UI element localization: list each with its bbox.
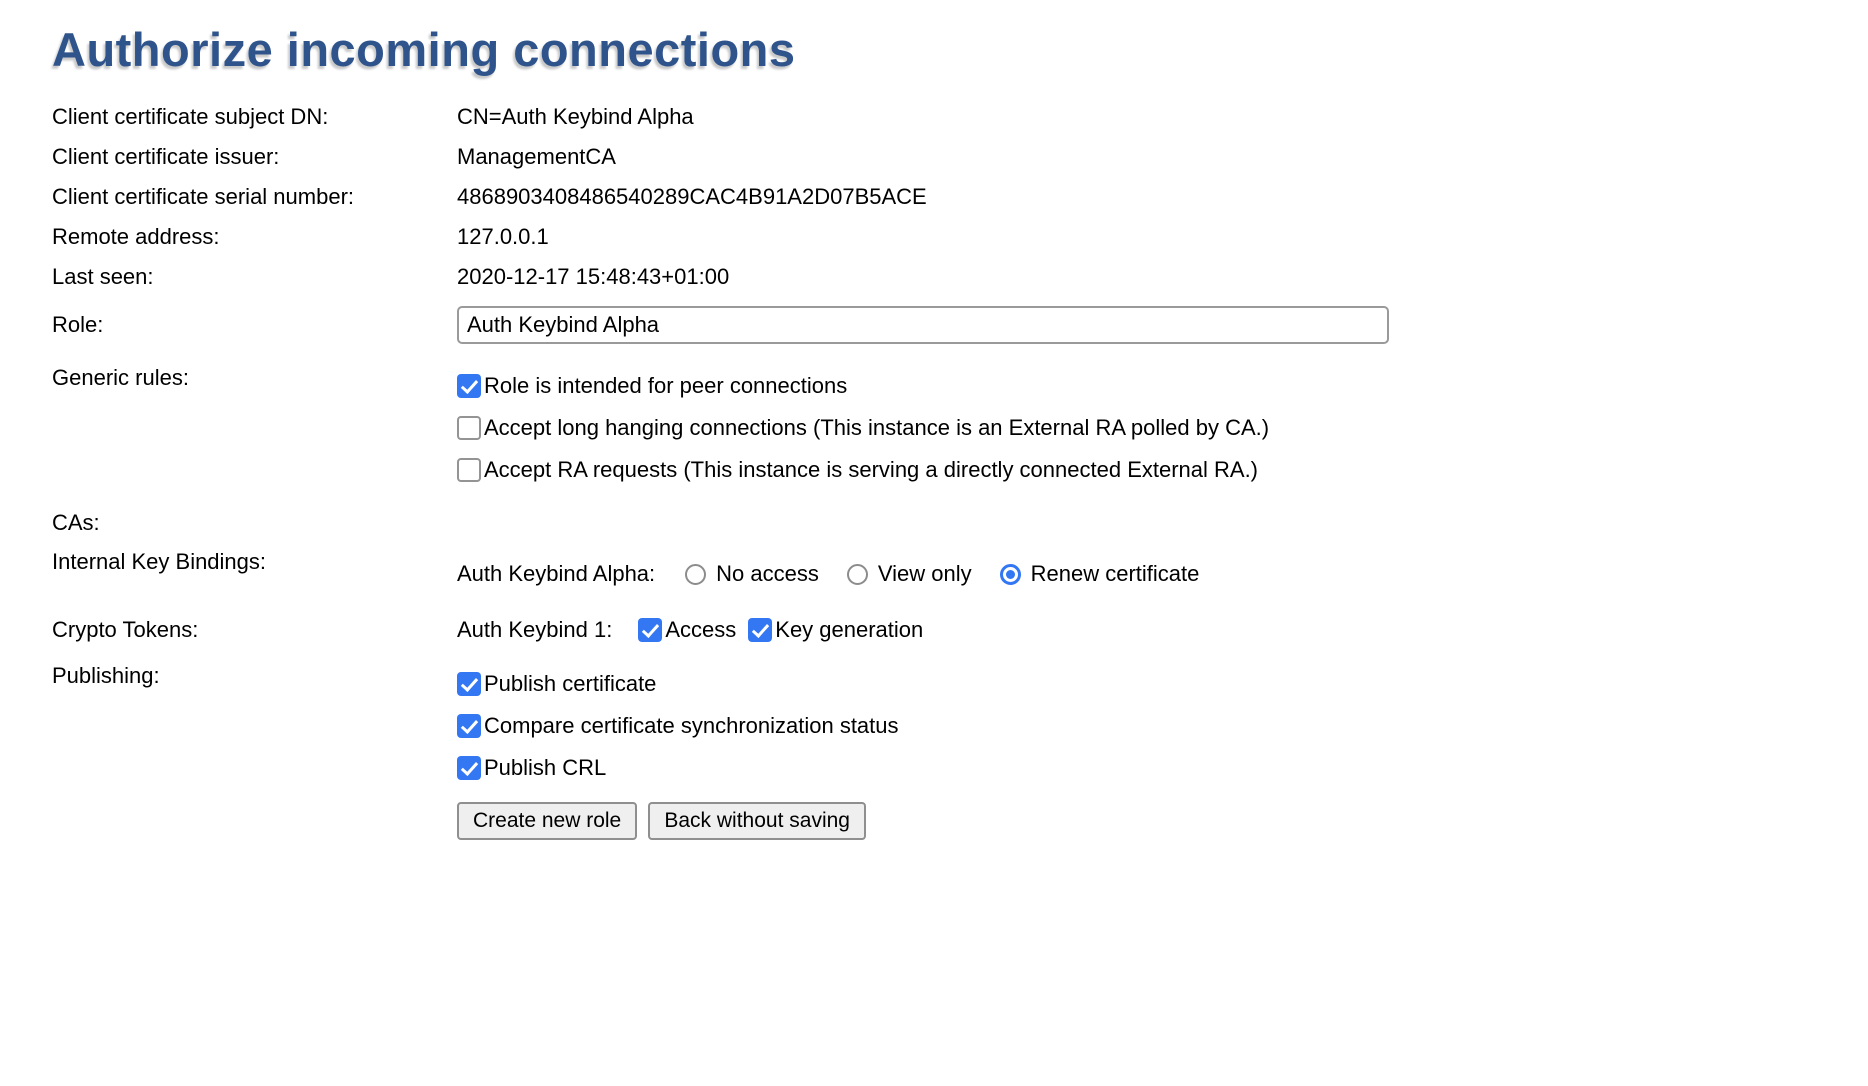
info-row-subject-dn: Client certificate subject DN: CN=Auth K… [52, 97, 1868, 137]
field-label-issuer: Client certificate issuer: [52, 144, 457, 170]
radio-group-no-access: No access [685, 561, 819, 587]
checkbox-label-long-hanging-connections: Accept long hanging connections (This in… [484, 415, 1269, 441]
checkbox-label-publish-certificate: Publish certificate [484, 671, 656, 697]
generic-rules-section: Generic rules: Role is intended for peer… [52, 365, 1868, 491]
checkbox-key-generation[interactable] [748, 618, 772, 642]
field-value-subject-dn: CN=Auth Keybind Alpha [457, 104, 1868, 130]
radio-label-renew-certificate: Renew certificate [1031, 561, 1200, 587]
crypto-tokens-section: Crypto Tokens: Auth Keybind 1: Access Ke… [52, 617, 1868, 643]
checkbox-label-access: Access [665, 617, 736, 643]
checkbox-publish-crl[interactable] [457, 756, 481, 780]
checkbox-access[interactable] [638, 618, 662, 642]
field-label-subject-dn: Client certificate subject DN: [52, 104, 457, 130]
field-label-crypto-tokens: Crypto Tokens: [52, 617, 457, 643]
publishing-row-publish-crl: Publish CRL [457, 747, 1868, 789]
field-label-remote-address: Remote address: [52, 224, 457, 250]
checkbox-publish-certificate[interactable] [457, 672, 481, 696]
info-row-issuer: Client certificate issuer: ManagementCA [52, 137, 1868, 177]
field-value-last-seen: 2020-12-17 15:48:43+01:00 [457, 264, 1868, 290]
internal-key-bindings-section: Internal Key Bindings: Auth Keybind Alph… [52, 549, 1868, 587]
field-value-issuer: ManagementCA [457, 144, 1868, 170]
cas-section: CAs: [52, 503, 1868, 543]
radio-no-access[interactable] [685, 564, 706, 585]
rule-row-peer-connections: Role is intended for peer connections [457, 365, 1868, 407]
checkbox-label-publish-crl: Publish CRL [484, 755, 606, 781]
crypto-option-key-generation: Key generation [748, 617, 923, 643]
checkbox-label-accept-ra-requests: Accept RA requests (This instance is ser… [484, 457, 1258, 483]
radio-renew-certificate[interactable] [1000, 564, 1021, 585]
crypto-option-access: Access [638, 617, 736, 643]
rule-row-accept-ra-requests: Accept RA requests (This instance is ser… [457, 449, 1868, 491]
radio-label-view-only: View only [878, 561, 972, 587]
key-binding-item-label: Auth Keybind Alpha: [457, 561, 655, 587]
checkbox-label-peer-connections: Role is intended for peer connections [484, 373, 847, 399]
info-row-last-seen: Last seen: 2020-12-17 15:48:43+01:00 [52, 257, 1868, 297]
field-label-role: Role: [52, 312, 457, 338]
field-value-remote-address: 127.0.0.1 [457, 224, 1868, 250]
checkbox-label-compare-sync-status: Compare certificate synchronization stat… [484, 713, 899, 739]
radio-view-only[interactable] [847, 564, 868, 585]
radio-group-renew-certificate: Renew certificate [1000, 561, 1200, 587]
field-label-serial-number: Client certificate serial number: [52, 184, 457, 210]
form-actions: Create new role Back without saving [52, 802, 1868, 840]
checkbox-long-hanging-connections[interactable] [457, 416, 481, 440]
publishing-section: Publishing: Publish certificate Compare … [52, 663, 1868, 789]
publishing-row-publish-certificate: Publish certificate [457, 663, 1868, 705]
rule-row-long-hanging-connections: Accept long hanging connections (This in… [457, 407, 1868, 449]
checkbox-peer-connections[interactable] [457, 374, 481, 398]
field-label-internal-key-bindings: Internal Key Bindings: [52, 549, 457, 575]
radio-group-view-only: View only [847, 561, 972, 587]
authorize-connections-page: Authorize incoming connections Client ce… [0, 0, 1868, 1086]
create-new-role-button[interactable]: Create new role [457, 802, 637, 840]
info-row-remote-address: Remote address: 127.0.0.1 [52, 217, 1868, 257]
field-label-last-seen: Last seen: [52, 264, 457, 290]
publishing-row-compare-sync: Compare certificate synchronization stat… [457, 705, 1868, 747]
checkbox-accept-ra-requests[interactable] [457, 458, 481, 482]
role-input[interactable] [457, 306, 1389, 344]
radio-label-no-access: No access [716, 561, 819, 587]
field-label-publishing: Publishing: [52, 663, 457, 689]
checkbox-compare-sync-status[interactable] [457, 714, 481, 738]
back-without-saving-button[interactable]: Back without saving [648, 802, 866, 840]
field-label-cas: CAs: [52, 510, 457, 536]
field-label-generic-rules: Generic rules: [52, 365, 457, 391]
page-title: Authorize incoming connections [52, 22, 1868, 77]
role-row: Role: [52, 301, 1868, 349]
info-row-serial-number: Client certificate serial number: 486890… [52, 177, 1868, 217]
checkbox-label-key-generation: Key generation [775, 617, 923, 643]
crypto-token-item-label: Auth Keybind 1: [457, 617, 612, 643]
field-value-serial-number: 4868903408486540289CAC4B91A2D07B5ACE [457, 184, 1868, 210]
